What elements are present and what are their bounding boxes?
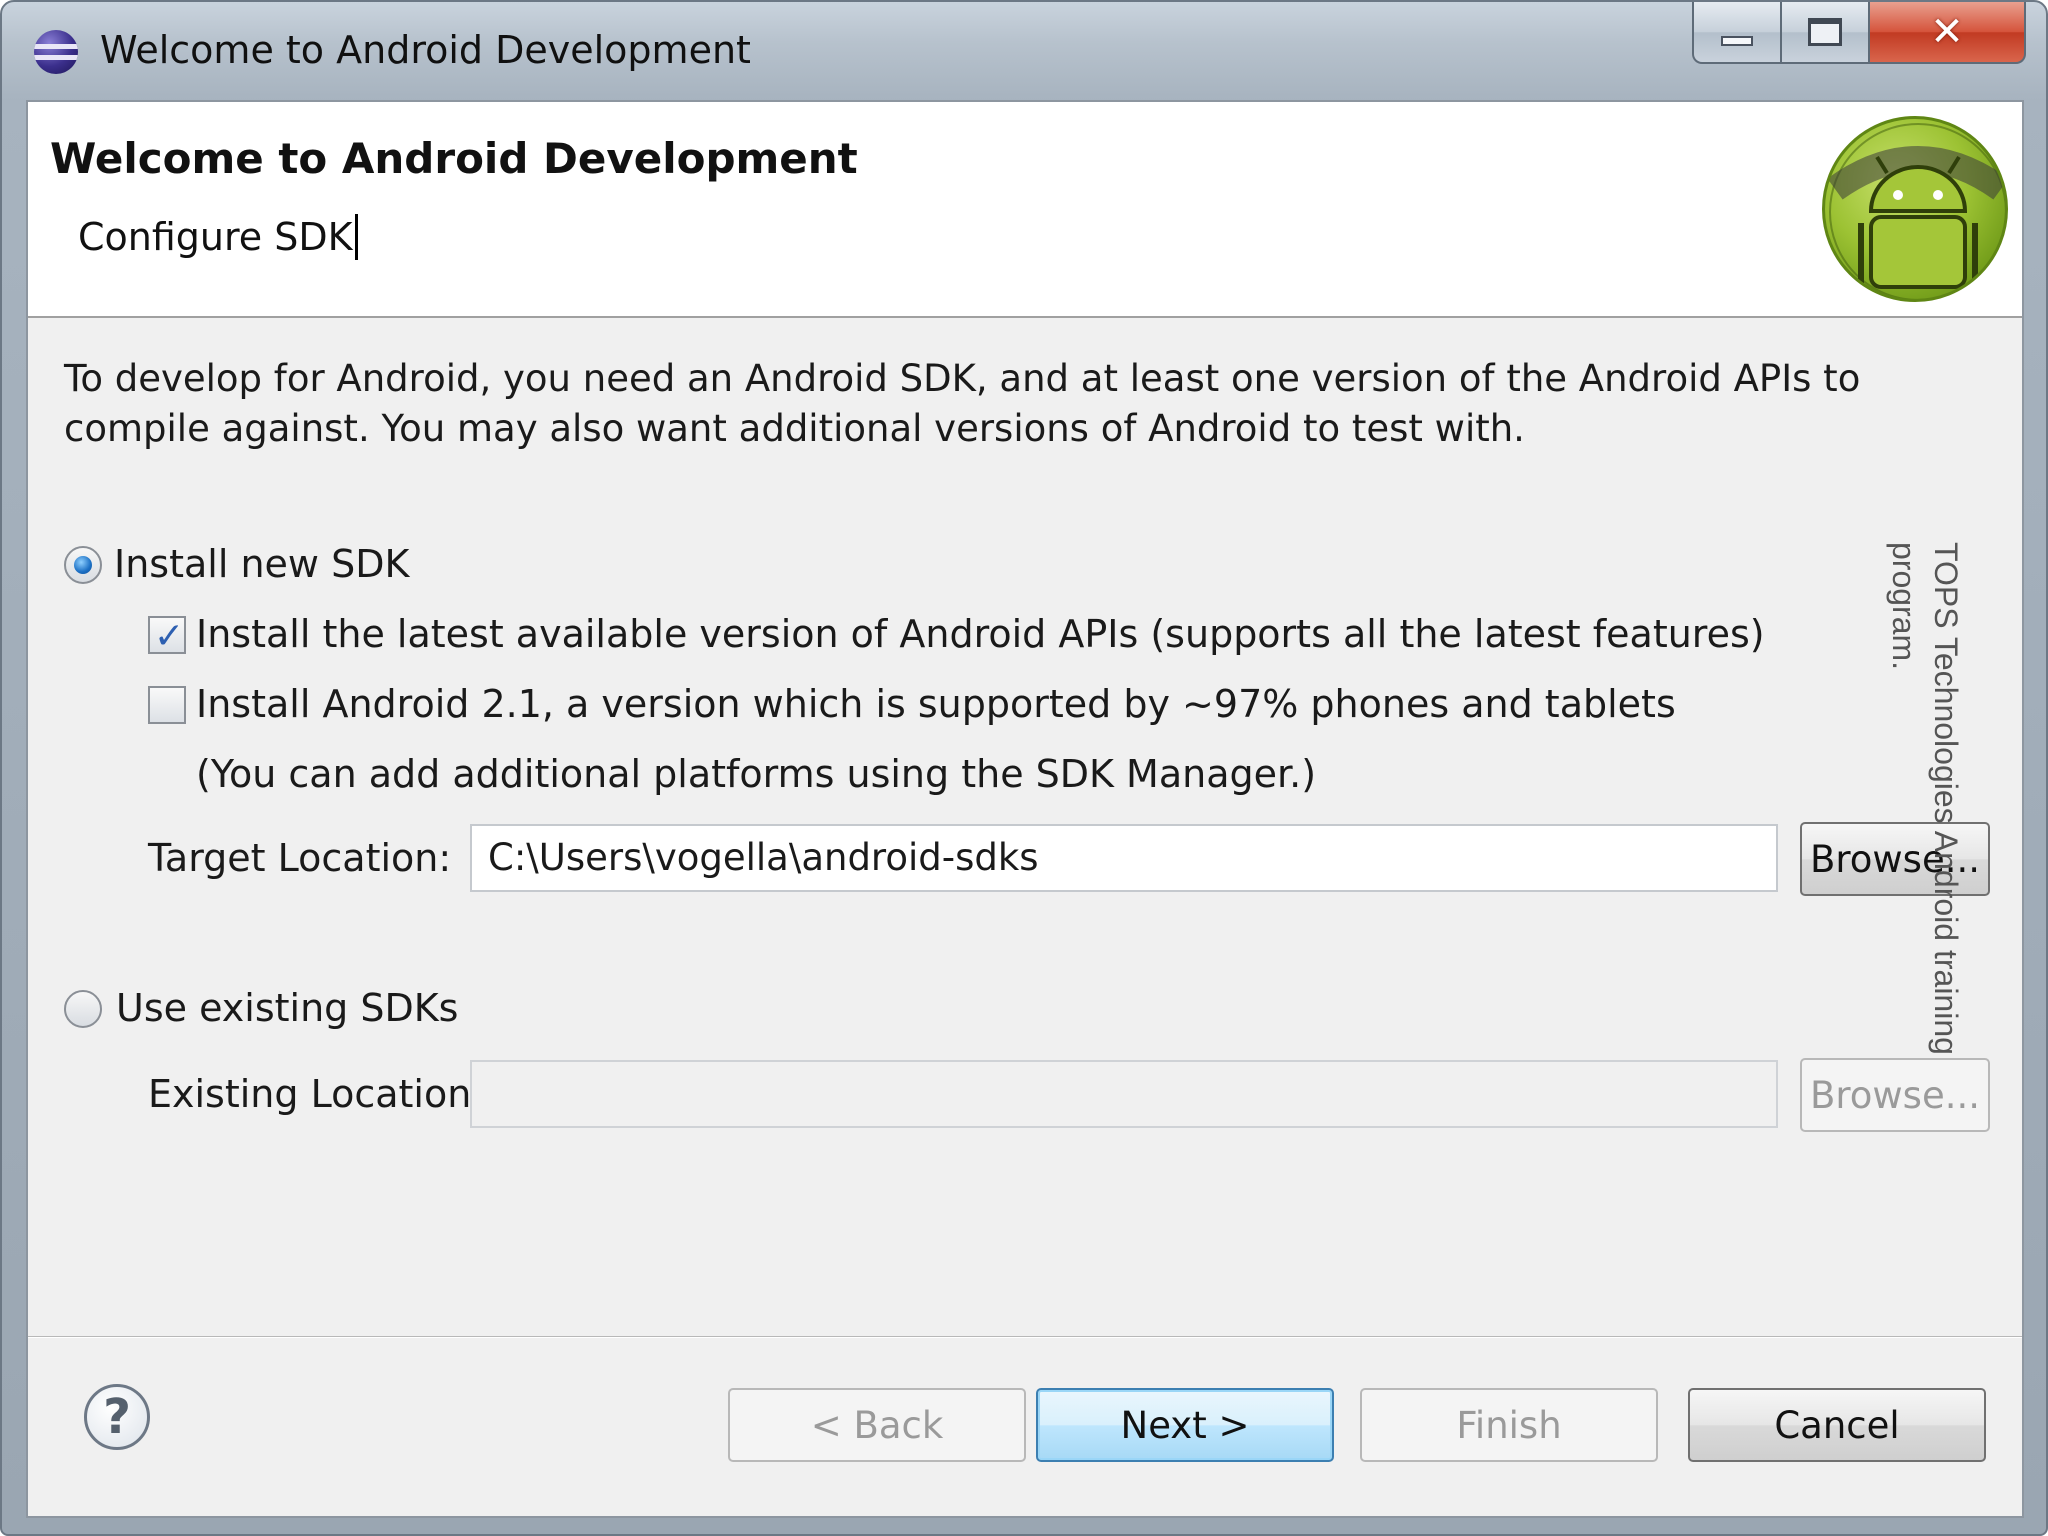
- window-controls: ✕: [1692, 2, 2026, 68]
- wizard-header: Welcome to Android Development Configure…: [28, 102, 2022, 318]
- dialog-window: Welcome to Android Development ✕ Welcome…: [0, 0, 2048, 1536]
- finish-button[interactable]: Finish: [1360, 1388, 1658, 1462]
- footer-separator: [28, 1336, 2022, 1338]
- latest-apis-checkbox[interactable]: ✓: [148, 616, 186, 657]
- close-icon: ✕: [1930, 9, 1964, 55]
- page-subtitle: Configure SDK: [78, 214, 358, 260]
- page-title: Welcome to Android Development: [50, 134, 858, 183]
- existing-location-input[interactable]: [470, 1060, 1778, 1128]
- install-new-sdk-label[interactable]: Install new SDK: [114, 542, 409, 586]
- maximize-icon: [1808, 18, 1842, 46]
- latest-apis-label[interactable]: Install the latest available version of …: [196, 612, 1765, 656]
- android-logo-icon: [1822, 116, 2008, 302]
- checkmark-icon: ✓: [154, 616, 185, 657]
- target-location-label: Target Location:: [148, 836, 452, 880]
- text-caret: [354, 214, 358, 260]
- back-button[interactable]: < Back: [728, 1388, 1026, 1462]
- sdk-manager-note: (You can add additional platforms using …: [196, 752, 1317, 796]
- window-title: Welcome to Android Development: [100, 28, 751, 72]
- next-button[interactable]: Next >: [1036, 1388, 1334, 1462]
- watermark-text: TOPS Technologies Android training progr…: [1883, 542, 1967, 1162]
- page-subtitle-text: Configure SDK: [78, 215, 353, 259]
- existing-location-label: Existing Location:: [148, 1072, 485, 1116]
- cancel-button[interactable]: Cancel: [1688, 1388, 1986, 1462]
- install-new-sdk-radio[interactable]: [64, 546, 102, 584]
- watermark-line-2: program.: [1886, 542, 1922, 671]
- title-bar[interactable]: Welcome to Android Development ✕: [2, 2, 2046, 98]
- minimize-button[interactable]: [1692, 2, 1782, 64]
- dialog-client-area: Welcome to Android Development Configure…: [26, 100, 2024, 1518]
- watermark-line-1: TOPS Technologies Android training: [1928, 542, 1964, 1055]
- use-existing-sdks-radio[interactable]: [64, 990, 102, 1028]
- target-location-input[interactable]: C:\Users\vogella\android-sdks: [470, 824, 1778, 892]
- maximize-button[interactable]: [1782, 2, 1870, 64]
- eclipse-app-icon: [34, 30, 78, 74]
- help-icon[interactable]: ?: [84, 1384, 150, 1450]
- minimize-icon: [1721, 36, 1753, 46]
- android-2-1-checkbox[interactable]: [148, 686, 186, 724]
- android-2-1-label[interactable]: Install Android 2.1, a version which is …: [196, 682, 1676, 726]
- use-existing-sdks-label[interactable]: Use existing SDKs: [116, 986, 458, 1030]
- description-text: To develop for Android, you need an Andr…: [64, 357, 1861, 450]
- close-button[interactable]: ✕: [1870, 2, 2026, 64]
